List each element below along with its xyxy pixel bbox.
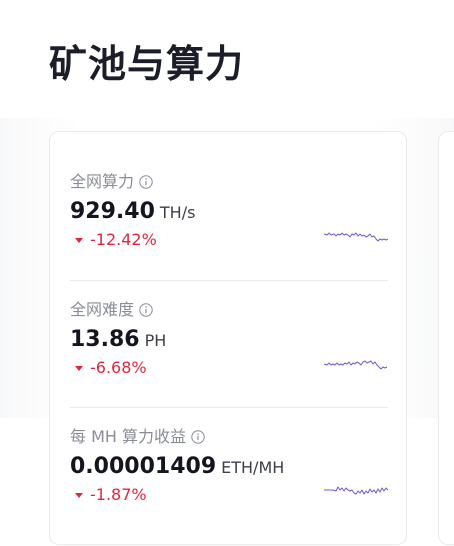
metric-value: 929.40 [70, 199, 155, 224]
down-arrow-icon [75, 237, 83, 243]
metric-unit: PH [144, 331, 167, 350]
metric-value: 0.00001409 [70, 454, 217, 479]
mining-stats-card: 全网算力 929.40 TH/s -12.42% 全网难度 13.86 PH -… [49, 131, 407, 545]
metric-revenue-per-mh: 每 MH 算力收益 0.00001409 ETH/MH -1.87% [70, 426, 388, 546]
metric-change-row: -1.87% [75, 484, 147, 506]
metric-label: 全网难度 [70, 300, 135, 319]
metric-value-row: 13.86 PH [70, 325, 166, 355]
metric-value-row: 0.00001409 ETH/MH [70, 452, 284, 482]
metric-network-hashrate: 全网算力 929.40 TH/s -12.42% [70, 171, 388, 297]
metric-label-row: 每 MH 算力收益 [70, 426, 205, 448]
metric-label-row: 全网难度 [70, 299, 153, 321]
down-arrow-icon [75, 492, 83, 498]
metric-change: -1.87% [90, 485, 147, 504]
metric-label: 全网算力 [70, 172, 135, 191]
metric-label-row: 全网算力 [70, 171, 153, 193]
page-title: 矿池与算力 [49, 42, 245, 86]
metric-change: -6.68% [90, 358, 147, 377]
next-card-edge [438, 131, 454, 545]
info-icon[interactable] [139, 175, 153, 189]
trend-sparkline [324, 486, 388, 495]
metric-value: 13.86 [70, 327, 140, 352]
info-icon[interactable] [139, 303, 153, 317]
metric-change-row: -6.68% [75, 357, 147, 379]
trend-sparkline [324, 360, 388, 370]
metric-unit: ETH/MH [221, 458, 285, 477]
metric-change-row: -12.42% [75, 229, 157, 251]
trend-sparkline [324, 232, 388, 242]
down-arrow-icon [75, 365, 83, 371]
metric-unit: TH/s [159, 203, 196, 222]
metric-value-row: 929.40 TH/s [70, 197, 195, 227]
metric-label: 每 MH 算力收益 [70, 427, 187, 446]
metric-change: -12.42% [90, 230, 157, 249]
divider [70, 407, 388, 408]
divider [70, 280, 388, 281]
page: 矿池与算力 全网算力 929.40 TH/s -12.42% 全网难度 13.8… [0, 0, 454, 546]
info-icon[interactable] [191, 430, 205, 444]
